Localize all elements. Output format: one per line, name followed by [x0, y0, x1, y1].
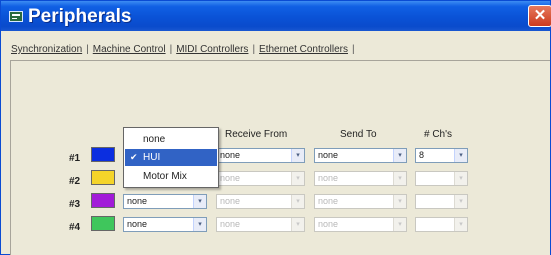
color-swatch[interactable]	[91, 170, 115, 185]
receive-from-select: none ▾	[216, 194, 305, 209]
chevron-down-icon: ▾	[291, 195, 304, 208]
select-value: none	[220, 219, 241, 229]
select-value: 8	[419, 150, 425, 160]
chevron-down-icon: ▾	[291, 172, 304, 185]
send-to-select: none ▾	[314, 217, 407, 232]
chevron-down-icon: ▾	[454, 172, 467, 185]
row-label: #1	[69, 153, 81, 164]
app-icon	[9, 11, 23, 22]
type-select[interactable]: none ▾	[123, 217, 207, 232]
color-swatch[interactable]	[91, 147, 115, 162]
chevron-down-icon: ▾	[454, 195, 467, 208]
column-header-channels: # Ch's	[424, 129, 453, 140]
tab-label: Machine Control	[92, 44, 166, 55]
peripherals-window: Peripherals ✕ Synchronization | Machine Co…	[0, 0, 551, 255]
row-label: #4	[69, 222, 81, 233]
select-value: none	[220, 196, 241, 206]
chevron-down-icon: ▾	[454, 149, 467, 162]
chevron-down-icon: ▾	[393, 172, 406, 185]
row-label: #2	[69, 176, 81, 187]
chevron-down-icon: ▾	[393, 195, 406, 208]
dropdown-option-hui[interactable]: ✔ HUI	[125, 149, 217, 166]
dropdown-option-none[interactable]: none	[125, 131, 217, 148]
select-value: none	[127, 219, 148, 229]
tab-separator: |	[169, 44, 173, 55]
type-dropdown-menu: none ✔ HUI Motor Mix	[123, 127, 219, 188]
row-label: #3	[69, 199, 81, 210]
checkmark-icon: ✔	[130, 152, 138, 162]
color-swatch[interactable]	[91, 216, 115, 231]
tab-separator: |	[86, 44, 89, 55]
select-value: none	[220, 150, 241, 160]
title-bar[interactable]: Peripherals ✕	[1, 1, 551, 31]
channels-select: ▾	[415, 171, 468, 186]
send-to-select: none ▾	[314, 171, 407, 186]
chevron-down-icon: ▾	[393, 218, 406, 231]
chevron-down-icon: ▾	[291, 149, 304, 162]
channels-select: ▾	[415, 217, 468, 232]
color-swatch[interactable]	[91, 193, 115, 208]
option-label: Motor Mix	[143, 171, 187, 182]
select-value: none	[318, 219, 339, 229]
receive-from-select: none ▾	[216, 217, 305, 232]
tab-label: Synchronization	[11, 44, 83, 55]
chevron-down-icon: ▾	[393, 149, 406, 162]
select-value: none	[318, 150, 339, 160]
tab-label: Ethernet Controllers	[259, 44, 348, 55]
chevron-down-icon: ▾	[193, 195, 206, 208]
window-title: Peripherals	[28, 6, 132, 27]
type-select[interactable]: none ▾	[123, 194, 207, 209]
column-header-send-to: Send To	[340, 129, 377, 140]
channels-select: ▾	[415, 194, 468, 209]
tab-separator: |	[351, 44, 355, 55]
option-label: none	[143, 134, 166, 145]
tab-synchronization[interactable]: Synchronization	[11, 44, 82, 55]
tab-separator: |	[252, 44, 256, 55]
chevron-down-icon: ▾	[454, 218, 467, 231]
dropdown-option-motor-mix[interactable]: Motor Mix	[125, 168, 217, 185]
select-value: none	[220, 173, 241, 183]
send-to-select[interactable]: none ▾	[314, 148, 407, 163]
select-value: none	[318, 173, 339, 183]
receive-from-select: none ▾	[216, 171, 305, 186]
select-value: none	[318, 196, 339, 206]
select-value: none	[127, 196, 148, 206]
send-to-select: none ▾	[314, 194, 407, 209]
channels-select[interactable]: 8 ▾	[415, 148, 468, 163]
tab-midi-controllers[interactable]: MIDI Controllers	[176, 44, 248, 55]
tab-bar: Synchronization | Machine Control | MIDI Con…	[11, 44, 359, 60]
column-header-receive-from: Receive From	[225, 129, 288, 140]
chevron-down-icon: ▾	[193, 218, 206, 231]
close-button[interactable]: ✕	[528, 5, 551, 27]
tab-machine-control[interactable]: Machine Control	[93, 44, 166, 55]
receive-from-select[interactable]: none ▾	[216, 148, 305, 163]
tab-label: MIDI Controllers	[176, 44, 249, 55]
option-label: HUI	[143, 152, 161, 163]
tab-ethernet-controllers[interactable]: Ethernet Controllers	[259, 44, 348, 55]
chevron-down-icon: ▾	[291, 218, 304, 231]
